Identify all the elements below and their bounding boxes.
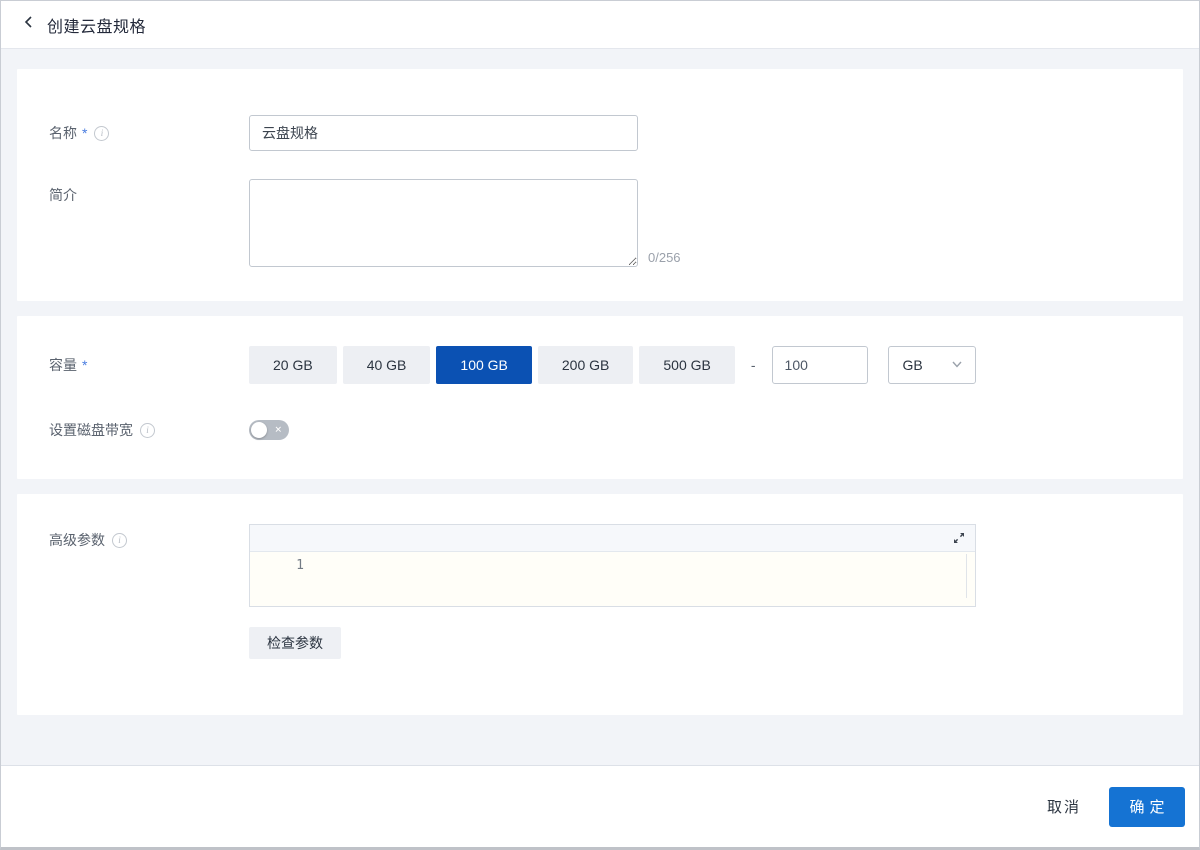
- cancel-button[interactable]: 取消: [1047, 796, 1081, 817]
- capacity-option-2[interactable]: 100 GB: [436, 346, 531, 384]
- capacity-label: 容量: [49, 355, 77, 375]
- page-title: 创建云盘规格: [47, 13, 146, 37]
- bandwidth-toggle[interactable]: ✕: [249, 420, 289, 440]
- info-icon[interactable]: i: [112, 533, 127, 548]
- capacity-options: 20 GB 40 GB 100 GB 200 GB 500 GB - GB: [249, 346, 976, 384]
- required-mark: *: [82, 357, 87, 373]
- editor-scrollbar[interactable]: [966, 554, 967, 598]
- bandwidth-label-group: 设置磁盘带宽 i: [49, 420, 249, 440]
- name-input[interactable]: [249, 115, 638, 151]
- description-label-group: 简介: [49, 179, 249, 205]
- capacity-option-1[interactable]: 40 GB: [343, 346, 431, 384]
- form-body: 名称 * i 简介 0/256: [1, 49, 1199, 765]
- toggle-off-icon: ✕: [274, 426, 282, 435]
- create-disk-spec-page: 创建云盘规格 名称 * i 简介: [0, 0, 1200, 850]
- basic-info-card: 名称 * i 简介 0/256: [17, 69, 1183, 301]
- advanced-label: 高级参数: [49, 530, 105, 550]
- unit-select-value: GB: [903, 357, 923, 373]
- chevron-down-icon: [951, 357, 963, 373]
- editor-toolbar: [250, 525, 975, 552]
- required-mark: *: [82, 125, 87, 141]
- info-icon[interactable]: i: [94, 126, 109, 141]
- capacity-row: 容量 * 20 GB 40 GB 100 GB 200 GB 500 GB - …: [49, 346, 1151, 384]
- range-separator: -: [751, 357, 756, 373]
- code-editor[interactable]: 1: [249, 524, 976, 607]
- bandwidth-row: 设置磁盘带宽 i ✕: [49, 420, 1151, 440]
- advanced-label-group: 高级参数 i: [49, 524, 249, 550]
- toggle-knob: [251, 422, 267, 438]
- name-label-group: 名称 * i: [49, 123, 249, 143]
- chevron-left-icon: [21, 14, 37, 35]
- back-button[interactable]: [21, 14, 37, 35]
- capacity-option-3[interactable]: 200 GB: [538, 346, 633, 384]
- advanced-row: 高级参数 i 1: [49, 524, 1151, 607]
- expand-icon[interactable]: [953, 532, 965, 544]
- check-params-button[interactable]: 检查参数: [249, 627, 341, 659]
- advanced-params-card: 高级参数 i 1: [17, 494, 1183, 715]
- description-textarea[interactable]: [249, 179, 638, 267]
- capacity-option-4[interactable]: 500 GB: [639, 346, 734, 384]
- name-label: 名称: [49, 123, 77, 143]
- editor-content[interactable]: 1: [250, 552, 975, 606]
- description-label: 简介: [49, 185, 77, 205]
- info-icon[interactable]: i: [140, 423, 155, 438]
- page-footer: 取消 确定: [1, 765, 1199, 847]
- confirm-button[interactable]: 确定: [1109, 787, 1185, 827]
- capacity-option-0[interactable]: 20 GB: [249, 346, 337, 384]
- page-header: 创建云盘规格: [1, 1, 1199, 49]
- capacity-label-group: 容量 *: [49, 355, 249, 375]
- unit-select[interactable]: GB: [888, 346, 976, 384]
- name-row: 名称 * i: [49, 115, 1151, 151]
- description-row: 简介 0/256: [49, 179, 1151, 267]
- bandwidth-label: 设置磁盘带宽: [49, 420, 133, 440]
- line-number: 1: [284, 558, 304, 573]
- char-counter: 0/256: [648, 250, 681, 267]
- capacity-custom-input[interactable]: [772, 346, 868, 384]
- capacity-card: 容量 * 20 GB 40 GB 100 GB 200 GB 500 GB - …: [17, 316, 1183, 479]
